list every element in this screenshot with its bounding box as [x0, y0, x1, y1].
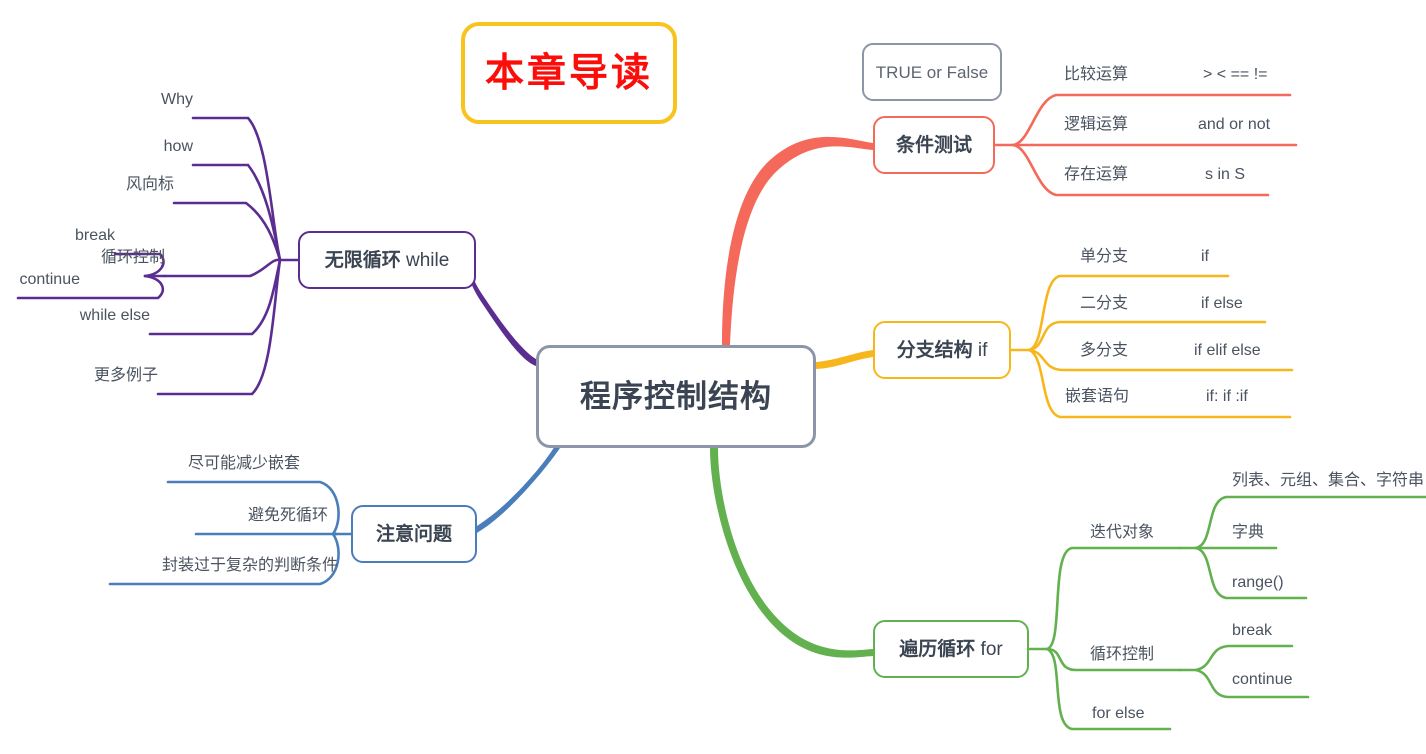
leaf-ifstruct-multi[interactable]: 多分支 [1080, 343, 1128, 359]
leaf-forloop-dict[interactable]: 字典 [1232, 525, 1264, 541]
branch-node-condition-label: 条件测试 [895, 134, 972, 156]
leaf-while-why[interactable]: Why [161, 92, 193, 108]
leaf-forloop-loop-control[interactable]: 循环控制 [1090, 647, 1154, 663]
leaf-ifstruct-single[interactable]: 单分支 [1080, 249, 1128, 265]
branch-node-forloop[interactable]: 遍历循环 for [873, 620, 1029, 678]
leaf-note-wrap-conditions[interactable]: 封装过于复杂的判断条件 [162, 558, 338, 574]
central-topic-node[interactable]: 程序控制结构 [536, 345, 816, 448]
leaf-while-more-examples[interactable]: 更多例子 [94, 368, 158, 384]
condition-subbranch-group [993, 93, 1298, 197]
leaf-condition-membership[interactable]: 存在运算 [1064, 167, 1128, 183]
forloop-subbranch-group [1027, 495, 1426, 731]
trunk-forloop [710, 448, 873, 658]
central-topic-label: 程序控制结构 [580, 379, 772, 414]
forloop-link-iter [1045, 546, 1182, 651]
chapter-guide-banner: 本章导读 [461, 22, 677, 124]
value-ifstruct-nested: if: if :if [1206, 388, 1248, 405]
leaf-forloop-break[interactable]: break [1232, 623, 1272, 639]
trunk-condition [722, 136, 873, 345]
leaf-while-whileelse[interactable]: while else [80, 308, 150, 324]
leaf-forloop-continue[interactable]: continue [1232, 672, 1293, 688]
branch-node-notes-label: 注意问题 [375, 523, 452, 545]
ifstruct-link-4 [1027, 348, 1292, 419]
trunk-note [477, 444, 560, 533]
leaf-while-how[interactable]: how [164, 139, 193, 155]
leaf-condition-compare[interactable]: 比较运算 [1064, 67, 1128, 83]
branch-node-notes[interactable]: 注意问题 [351, 505, 477, 563]
leaf-forloop-range[interactable]: range() [1232, 575, 1284, 591]
leaf-while-break[interactable]: break [75, 228, 115, 244]
branch-node-while[interactable]: 无限循环 while [298, 231, 476, 289]
while-link-more [156, 258, 282, 396]
branch-node-ifstruct[interactable]: 分支结构 if [873, 321, 1011, 379]
leaf-forloop-sequences[interactable]: 列表、元组、集合、字符串 [1232, 473, 1424, 489]
leaf-note-reduce-nesting[interactable]: 尽可能减少嵌套 [188, 456, 300, 472]
while-link-loopctl [163, 258, 282, 278]
branch-node-forloop-label: 遍历循环 for [899, 638, 1003, 660]
while-link-wind [172, 201, 282, 262]
branch-node-ifstruct-label: 分支结构 if [896, 339, 988, 361]
floating-node-true-or-false[interactable]: TRUE or False [862, 43, 1002, 101]
chapter-guide-label: 本章导读 [484, 51, 653, 95]
trunk-ifstruct [816, 350, 873, 369]
leaf-ifstruct-nested[interactable]: 嵌套语句 [1065, 389, 1129, 405]
forloop-link-break [1194, 644, 1294, 672]
mindmap-canvas: 本章导读 程序控制结构 TRUE or False 无限循环 while 注意问… [0, 0, 1426, 754]
value-ifstruct-double: if else [1201, 295, 1243, 312]
leaf-ifstruct-double[interactable]: 二分支 [1080, 296, 1128, 312]
leaf-condition-logic[interactable]: 逻辑运算 [1064, 117, 1128, 133]
leaf-forloop-forelse[interactable]: for else [1092, 706, 1144, 722]
value-condition-logic: and or not [1198, 116, 1271, 133]
forloop-link-seq [1194, 495, 1426, 550]
floating-node-label: TRUE or False [875, 62, 989, 82]
while-link-why [191, 116, 282, 262]
ifstruct-link-1 [1027, 274, 1230, 352]
leaf-while-windvane[interactable]: 风向标 [126, 177, 174, 193]
trunk-while [468, 262, 536, 366]
leaf-while-loop-control[interactable]: 循环控制 [101, 250, 165, 266]
leaf-forloop-iterables[interactable]: 迭代对象 [1090, 525, 1154, 541]
value-ifstruct-multi: if elif else [1194, 342, 1261, 359]
value-ifstruct-single: if [1201, 248, 1209, 265]
value-condition-membership: s in S [1205, 166, 1246, 183]
branch-node-while-label: 无限循环 while [324, 249, 450, 271]
value-condition-compare: > < == != [1203, 66, 1268, 83]
leaf-while-continue[interactable]: continue [20, 272, 81, 288]
branch-node-condition[interactable]: 条件测试 [873, 116, 995, 174]
leaf-note-avoid-deadloop[interactable]: 避免死循环 [248, 508, 328, 524]
